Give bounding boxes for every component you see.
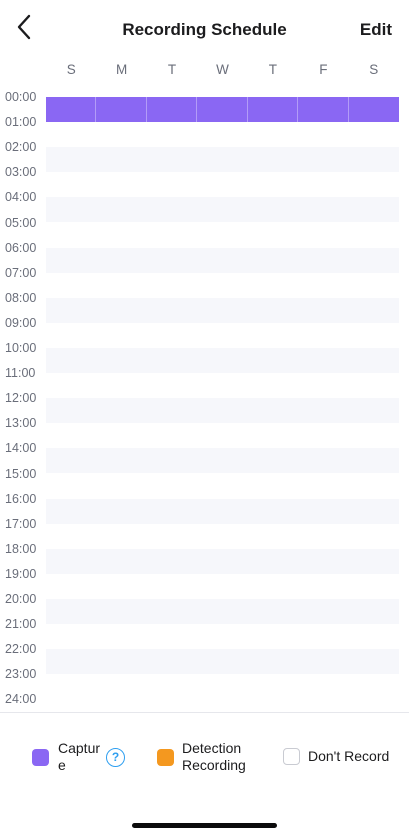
hour-label: 01:00 xyxy=(5,115,37,130)
day-label-friday: F xyxy=(319,62,328,77)
legend-capture[interactable]: Captur e ? xyxy=(32,740,126,774)
legend-divider xyxy=(0,712,409,713)
hour-label: 21:00 xyxy=(5,617,37,632)
dont-record-label: Don't Record xyxy=(308,748,390,764)
hour-row[interactable] xyxy=(46,373,399,398)
hour-label: 17:00 xyxy=(5,516,37,531)
hour-label: 18:00 xyxy=(5,541,37,556)
hour-label: 23:00 xyxy=(5,667,37,682)
hour-row[interactable] xyxy=(46,498,399,524)
hour-row[interactable] xyxy=(46,599,399,625)
day-label-monday: M xyxy=(116,62,128,77)
hour-row[interactable] xyxy=(46,524,399,549)
detection-swatch xyxy=(157,748,174,766)
capture-label: Captur e xyxy=(58,740,100,774)
hour-row[interactable] xyxy=(46,474,399,499)
capture-cell[interactable] xyxy=(197,97,248,123)
hour-row[interactable] xyxy=(46,448,399,474)
hour-row[interactable] xyxy=(46,398,399,424)
hour-row[interactable] xyxy=(46,323,399,348)
capture-cell[interactable] xyxy=(46,97,97,123)
hour-row[interactable] xyxy=(46,247,399,273)
hour-label: 14:00 xyxy=(5,441,37,456)
nav-header: Recording Schedule Edit xyxy=(0,0,409,58)
capture-cell[interactable] xyxy=(248,97,299,123)
hour-label: 19:00 xyxy=(5,566,37,581)
capture-cell[interactable] xyxy=(147,97,198,123)
day-label-sunday: S xyxy=(66,62,76,77)
legend: Captur e ? Detection Recording Don't Rec… xyxy=(0,736,409,784)
capture-cell[interactable] xyxy=(298,97,349,123)
legend-detection[interactable]: Detection Recording xyxy=(157,740,246,774)
edit-button[interactable]: Edit xyxy=(360,20,392,40)
hour-label: 07:00 xyxy=(5,265,37,280)
dont-record-swatch xyxy=(283,748,300,765)
hour-row[interactable] xyxy=(46,548,399,574)
hour-row[interactable] xyxy=(46,624,399,649)
capture-label-line1: Captur xyxy=(58,740,101,756)
hour-label: 13:00 xyxy=(5,416,37,431)
hour-label: 08:00 xyxy=(5,290,37,305)
hour-row[interactable] xyxy=(46,223,399,248)
day-label-saturday: S xyxy=(369,62,379,77)
schedule-grid[interactable] xyxy=(46,97,399,700)
capture-schedule-block[interactable] xyxy=(46,97,399,123)
weekday-header: S M T W T F S xyxy=(46,58,399,82)
hour-row[interactable] xyxy=(46,273,399,298)
home-indicator xyxy=(132,823,277,828)
detection-label: Detection Recording xyxy=(182,740,246,774)
hour-label: 10:00 xyxy=(5,341,37,355)
hour-row[interactable] xyxy=(46,649,399,675)
hour-label: 22:00 xyxy=(5,642,37,657)
hour-label: 09:00 xyxy=(5,315,37,330)
hour-row[interactable] xyxy=(46,674,399,699)
hour-label: 04:00 xyxy=(5,190,37,205)
hour-label: 02:00 xyxy=(5,140,37,155)
hour-row[interactable] xyxy=(46,197,399,223)
hour-row[interactable] xyxy=(46,147,399,173)
help-icon[interactable]: ? xyxy=(106,747,126,767)
page-title: Recording Schedule xyxy=(122,20,287,39)
hour-label: 20:00 xyxy=(5,592,37,606)
day-label-wednesday: W xyxy=(216,62,229,77)
legend-dont-record[interactable]: Don't Record xyxy=(283,748,389,765)
hour-row[interactable] xyxy=(46,423,399,448)
hour-label: 15:00 xyxy=(5,466,37,481)
hour-label: 06:00 xyxy=(5,240,37,255)
hour-label: 00:00 xyxy=(5,90,37,104)
hour-label: 12:00 xyxy=(5,391,37,406)
capture-label-line2: e xyxy=(58,757,66,773)
hour-row[interactable] xyxy=(46,348,399,374)
hour-label: 05:00 xyxy=(5,215,37,230)
hour-row[interactable] xyxy=(46,574,399,599)
hour-label: 03:00 xyxy=(5,165,37,180)
capture-swatch xyxy=(32,748,49,766)
day-label-thursday: T xyxy=(268,62,278,77)
hour-label: 24:00 xyxy=(5,692,37,707)
day-label-tuesday: T xyxy=(167,62,177,77)
detection-label-line2: Recording xyxy=(182,757,246,773)
hour-row[interactable] xyxy=(46,172,399,197)
hour-row[interactable] xyxy=(46,122,399,147)
capture-cell[interactable] xyxy=(96,97,147,123)
capture-cell[interactable] xyxy=(349,97,399,122)
detection-label-line1: Detection xyxy=(182,740,242,756)
hour-row[interactable] xyxy=(46,297,399,323)
hour-label: 11:00 xyxy=(5,366,36,381)
hour-label: 16:00 xyxy=(5,491,37,506)
